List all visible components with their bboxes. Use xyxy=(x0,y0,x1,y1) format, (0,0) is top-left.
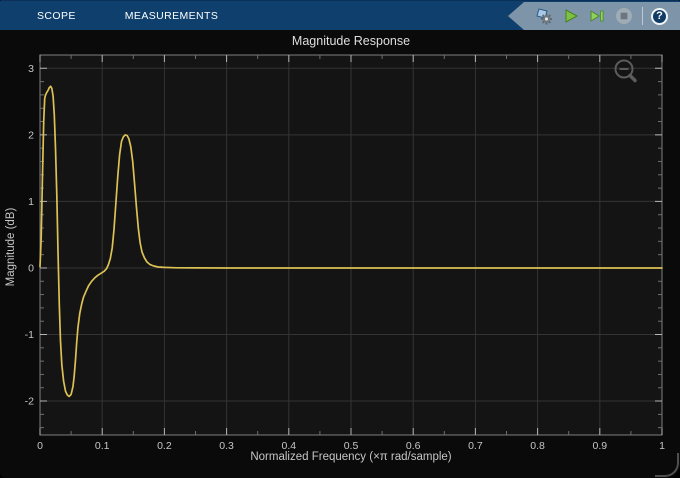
tab-bar: SCOPE MEASUREMENTS xyxy=(37,1,218,31)
tab-scope[interactable]: SCOPE xyxy=(37,1,76,31)
svg-text:1: 1 xyxy=(28,196,34,208)
zoom-out-icon xyxy=(614,59,637,83)
figure-area: Magnitude Response 0 0.1 0.2 0.3 0.4 0.5 0.6 0.… xyxy=(0,30,680,478)
x-axis-label: Normalized Frequency (×π rad/sample) xyxy=(250,451,452,463)
svg-text:-2: -2 xyxy=(25,396,34,408)
tab-measurements[interactable]: MEASUREMENTS xyxy=(125,1,218,31)
svg-text:0: 0 xyxy=(28,262,34,274)
run-button[interactable] xyxy=(562,7,580,25)
y-axis-label: Magnitude (dB) xyxy=(5,207,17,287)
quick-access-toolbar: ? xyxy=(508,2,680,30)
stepping-options-button[interactable] xyxy=(534,6,554,26)
plot-svg: 0 0.1 0.2 0.3 0.4 0.5 0.6 0.7 0.8 0.9 1-2-10123 xyxy=(25,54,665,452)
step-forward-button[interactable] xyxy=(588,7,606,25)
svg-text:3: 3 xyxy=(28,63,34,75)
toolbar-separator xyxy=(642,7,643,25)
svg-text:2: 2 xyxy=(28,129,34,141)
toolstrip: SCOPE MEASUREMENTS ? xyxy=(0,0,680,30)
play-icon xyxy=(565,9,579,23)
stop-icon xyxy=(616,8,632,24)
stepping-options-gear-icon xyxy=(536,8,552,25)
stop-button[interactable] xyxy=(614,6,634,26)
svg-text:-1: -1 xyxy=(25,329,34,341)
filter-visualizer-window: SCOPE MEASUREMENTS ? Magnitude Response … xyxy=(0,0,680,478)
zoom-out-button[interactable] xyxy=(608,55,640,87)
help-button[interactable]: ? xyxy=(651,7,668,25)
step-forward-icon xyxy=(590,10,604,22)
